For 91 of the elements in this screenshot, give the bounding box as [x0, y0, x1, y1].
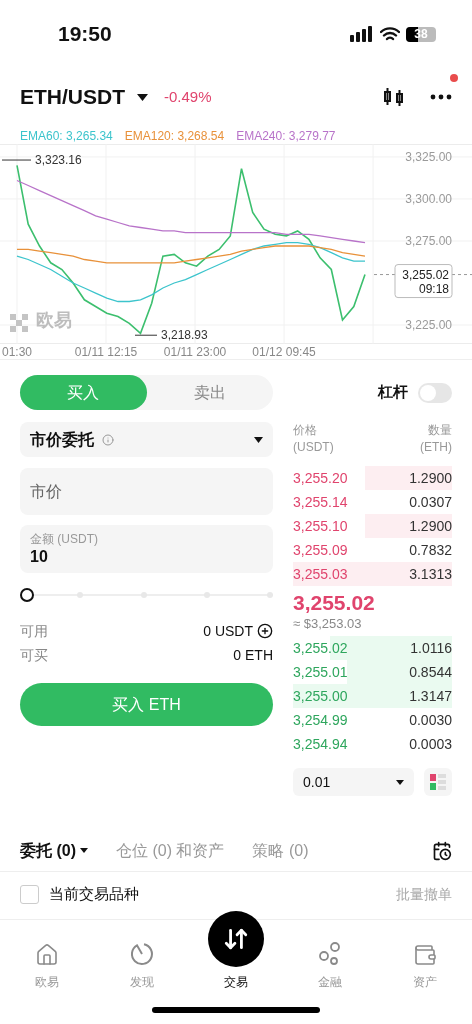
- balance-value: 0 USDT: [203, 621, 253, 641]
- column-header: 价格: [293, 422, 318, 439]
- price-axis-label: 3,275.00: [405, 233, 452, 248]
- bid-quantity: 0.0003: [409, 734, 452, 754]
- bid-quantity: 0.8544: [409, 662, 452, 682]
- low-price-label: 3,218.93: [161, 328, 208, 343]
- column-header: 数量: [428, 422, 452, 439]
- discover-icon: [128, 941, 155, 967]
- bid-quantity: 1.0116: [410, 638, 452, 658]
- ask-quantity: 0.0307: [409, 492, 452, 512]
- bid-price: 3,255.00: [293, 686, 348, 706]
- ask-price: 3,255.09: [293, 540, 348, 560]
- time-axis-label: 01:30: [2, 345, 33, 359]
- price-axis-label: 3,325.00: [405, 149, 452, 164]
- bid-quantity: 0.0030: [409, 710, 452, 730]
- leverage-label: 杠杆: [378, 382, 408, 403]
- buy-button[interactable]: 买入 ETH: [20, 683, 273, 726]
- precision-select[interactable]: 0.01: [293, 768, 414, 796]
- high-marker: [1, 159, 32, 161]
- high-price-label: 3,323.16: [35, 153, 82, 168]
- caret-icon: [80, 848, 88, 853]
- slider-thumb[interactable]: [20, 588, 34, 602]
- price-change: -0.49%: [164, 86, 212, 107]
- time-axis-label: 01/12 09:45: [252, 345, 316, 359]
- ema-legend: EMA60: 3,265.34: [20, 128, 113, 144]
- more-icon[interactable]: [430, 94, 452, 100]
- signal-icon: [350, 26, 374, 42]
- ask-quantity: 1.2900: [409, 468, 452, 488]
- ema-legend: EMA240: 3,279.77: [236, 128, 336, 144]
- order-type-select[interactable]: 市价委托: [20, 422, 273, 457]
- balance-value: 0 ETH: [233, 645, 273, 665]
- bid-price: 3,255.01: [293, 662, 348, 682]
- candlestick-icon[interactable]: [382, 85, 406, 109]
- time-axis-label: 01/11 23:00: [163, 345, 227, 359]
- ask-price: 3,255.03: [293, 564, 348, 584]
- low-marker: [134, 334, 158, 336]
- dropdown-caret-icon[interactable]: [137, 93, 148, 101]
- bid-price: 3,254.94: [293, 734, 348, 754]
- ask-price: 3,255.10: [293, 516, 348, 536]
- ask-quantity: 1.2900: [409, 516, 452, 536]
- bid-price: 3,254.99: [293, 710, 348, 730]
- pair-title[interactable]: ETH/USDT: [20, 81, 125, 113]
- last-price-tag: 3,255.02 09:18: [394, 264, 453, 299]
- trade-tab[interactable]: 卖出: [146, 375, 273, 410]
- nav-tab[interactable]: 欧易: [0, 920, 95, 995]
- order-tab[interactable]: 仓位 (0) 和资产: [116, 838, 225, 863]
- column-unit: (ETH): [420, 439, 452, 456]
- cancel-all-link[interactable]: 批量撤单: [396, 883, 452, 905]
- filter-checkbox[interactable]: [20, 884, 39, 904]
- order-tab[interactable]: 委托 (0): [20, 838, 88, 863]
- nav-tab[interactable]: 资产: [377, 920, 472, 995]
- wifi-icon: [380, 26, 400, 42]
- order-tab[interactable]: 策略 (0): [252, 838, 309, 863]
- nav-tab[interactable]: 交易: [188, 890, 284, 995]
- bid-quantity: 1.3147: [409, 686, 452, 706]
- history-icon[interactable]: [432, 840, 452, 861]
- last-price: 3,255.02: [293, 590, 376, 616]
- add-icon[interactable]: [257, 623, 273, 639]
- nav-tab[interactable]: 金融: [283, 920, 378, 995]
- filter-label: 当前交易品种: [49, 883, 139, 904]
- percent-slider[interactable]: [20, 587, 273, 603]
- trade-tab[interactable]: 买入: [20, 375, 147, 410]
- price-axis-label: 3,225.00: [405, 318, 452, 332]
- bid-price: 3,255.02: [293, 638, 348, 658]
- dropdown-caret-icon: [396, 779, 404, 785]
- nav-tab[interactable]: 发现: [94, 920, 189, 995]
- ema-legend: EMA120: 3,268.54: [124, 128, 225, 144]
- dropdown-caret-icon: [254, 436, 263, 443]
- amount-field[interactable]: 金额 (USDT) 10: [20, 525, 273, 573]
- usd-price: ≈ $3,253.03: [293, 616, 363, 632]
- time-axis-label: 01/11 12:15: [74, 345, 138, 359]
- watermark: 欧易: [36, 310, 72, 330]
- ask-price: 3,255.20: [293, 468, 348, 488]
- status-time: 19:50: [58, 21, 112, 48]
- book-layout-icon: [430, 774, 446, 790]
- wallet-icon: [412, 943, 437, 967]
- info-icon: [102, 433, 114, 446]
- balance-label: 可买: [20, 645, 48, 665]
- book-layout-button[interactable]: [424, 768, 452, 796]
- watermark-logo-icon: [10, 314, 28, 332]
- home-icon: [35, 943, 60, 967]
- price-axis-label: 3,300.00: [405, 191, 452, 206]
- balance-label: 可用: [20, 621, 48, 641]
- leverage-toggle[interactable]: [418, 382, 452, 403]
- trade-icon: [208, 911, 264, 967]
- ask-quantity: 3.1313: [409, 564, 452, 584]
- ask-price: 3,255.14: [293, 492, 348, 512]
- amount-input[interactable]: 10: [30, 547, 70, 567]
- amount-label: 金额 (USDT): [30, 531, 99, 547]
- ask-quantity: 0.7832: [409, 540, 452, 560]
- column-unit: (USDT): [293, 439, 334, 456]
